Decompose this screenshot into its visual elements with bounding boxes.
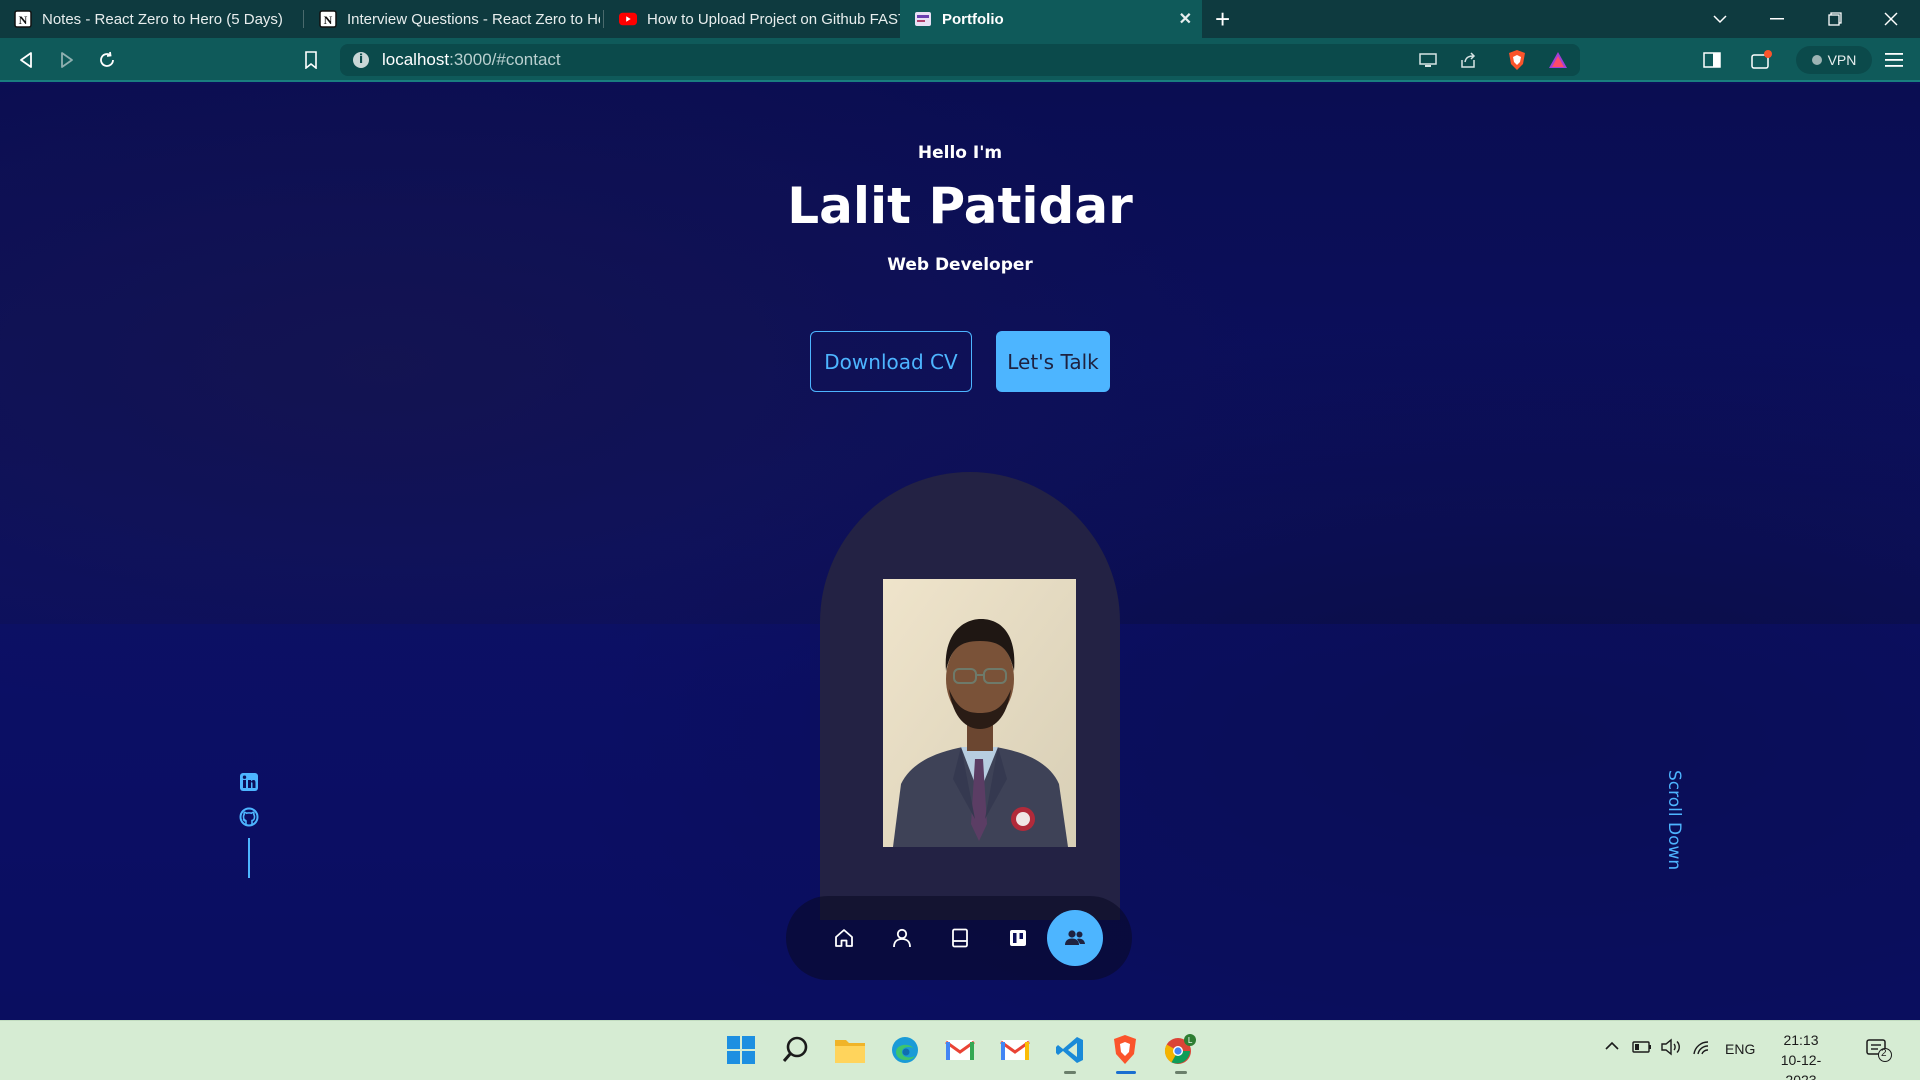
tab-label: Notes - React Zero to Hero (5 Days) — [42, 10, 283, 28]
bookmark-icon[interactable] — [297, 48, 325, 72]
gmail-icon[interactable] — [940, 1030, 980, 1070]
notion-icon: N — [14, 10, 32, 28]
chrome-icon[interactable]: L — [1160, 1030, 1200, 1070]
tab-label: Interview Questions - React Zero to Hero — [347, 10, 600, 28]
share-icon[interactable] — [1454, 48, 1482, 72]
tab-portfolio[interactable]: Portfolio ✕ — [900, 0, 1202, 38]
file-explorer-icon[interactable] — [830, 1030, 870, 1070]
tray-chevron-icon[interactable] — [1604, 1038, 1620, 1057]
lets-talk-button[interactable]: Let's Talk — [996, 331, 1110, 392]
vpn-button[interactable]: VPN — [1796, 46, 1872, 74]
close-window-button[interactable] — [1862, 0, 1920, 38]
language-indicator[interactable]: ENG — [1725, 1041, 1755, 1057]
tab-separator — [603, 10, 604, 28]
tab-interview-questions[interactable]: N Interview Questions - React Zero to He… — [305, 0, 600, 38]
youtube-icon — [619, 10, 637, 28]
url-text[interactable]: localhost:3000/#contact — [382, 50, 561, 70]
url-path: :3000/#contact — [449, 50, 561, 69]
reload-icon[interactable] — [93, 48, 121, 72]
windows-start-icon[interactable] — [721, 1030, 761, 1070]
nav-contact-icon[interactable] — [1047, 910, 1103, 966]
running-indicator — [1175, 1071, 1187, 1074]
svg-text:N: N — [324, 13, 333, 27]
back-icon[interactable] — [12, 48, 40, 72]
active-indicator — [1116, 1071, 1136, 1074]
profile-photo — [883, 579, 1076, 847]
edge-icon[interactable] — [885, 1030, 925, 1070]
hero-greeting: Hello I'm — [917, 143, 1003, 163]
vscode-icon[interactable] — [1050, 1030, 1090, 1070]
linkedin-icon[interactable] — [238, 771, 260, 793]
tab-separator — [303, 10, 304, 28]
site-info-icon[interactable] — [353, 52, 369, 68]
hero-role: Web Developer — [887, 255, 1033, 275]
scroll-down-link[interactable]: Scroll Down — [1664, 770, 1684, 870]
tab-github-video[interactable]: How to Upload Project on Github FAST — [605, 0, 900, 38]
nav-home-icon[interactable] — [816, 910, 872, 966]
nav-experience-icon[interactable] — [932, 910, 988, 966]
hero-name: Lalit Patidar — [787, 177, 1133, 235]
clock-time: 21:13 — [1783, 1032, 1819, 1048]
portfolio-favicon — [914, 10, 932, 28]
brave-rewards-icon[interactable] — [1544, 48, 1572, 72]
tab-notes[interactable]: N Notes - React Zero to Hero (5 Days) — [0, 0, 300, 38]
gmail-icon[interactable] — [995, 1030, 1035, 1070]
new-tab-button[interactable]: + — [1215, 4, 1230, 35]
tab-list-chevron-icon[interactable] — [1691, 0, 1749, 38]
restore-button[interactable] — [1806, 0, 1864, 38]
vpn-label: VPN — [1827, 52, 1857, 68]
running-indicator — [1064, 1071, 1076, 1074]
clock[interactable]: 21:13 10-12-2023 — [1766, 1030, 1836, 1080]
notification-count: 2 — [1881, 1048, 1887, 1059]
nav-services-icon[interactable] — [990, 910, 1046, 966]
svg-text:L: L — [1188, 1036, 1193, 1045]
battery-icon[interactable] — [1632, 1040, 1652, 1057]
wifi-icon[interactable] — [1692, 1040, 1712, 1059]
social-divider — [248, 838, 250, 878]
close-tab-icon[interactable]: ✕ — [1179, 9, 1192, 29]
url-host: localhost — [382, 50, 450, 69]
search-icon[interactable] — [776, 1030, 816, 1070]
menu-icon[interactable] — [1880, 48, 1908, 72]
minimize-button[interactable] — [1748, 0, 1806, 38]
notifications-icon[interactable]: 2 — [1866, 1038, 1892, 1062]
wallet-icon[interactable] — [1747, 48, 1775, 72]
notion-icon: N — [319, 10, 337, 28]
sidebar-toggle-icon[interactable] — [1698, 48, 1726, 72]
volume-icon[interactable] — [1660, 1038, 1682, 1059]
brave-icon[interactable] — [1105, 1030, 1145, 1070]
github-icon[interactable] — [238, 806, 260, 828]
svg-text:N: N — [19, 13, 28, 27]
tab-label: How to Upload Project on Github FAST — [647, 10, 900, 28]
nav-about-icon[interactable] — [874, 910, 930, 966]
clock-date: 10-12-2023 — [1780, 1052, 1822, 1080]
brave-shields-icon[interactable] — [1503, 48, 1531, 72]
tab-label: Portfolio — [942, 10, 1004, 28]
vpn-status-icon — [1811, 55, 1822, 65]
download-cv-button[interactable]: Download CV — [810, 331, 972, 392]
cast-icon[interactable] — [1414, 48, 1442, 72]
forward-icon[interactable] — [53, 48, 81, 72]
